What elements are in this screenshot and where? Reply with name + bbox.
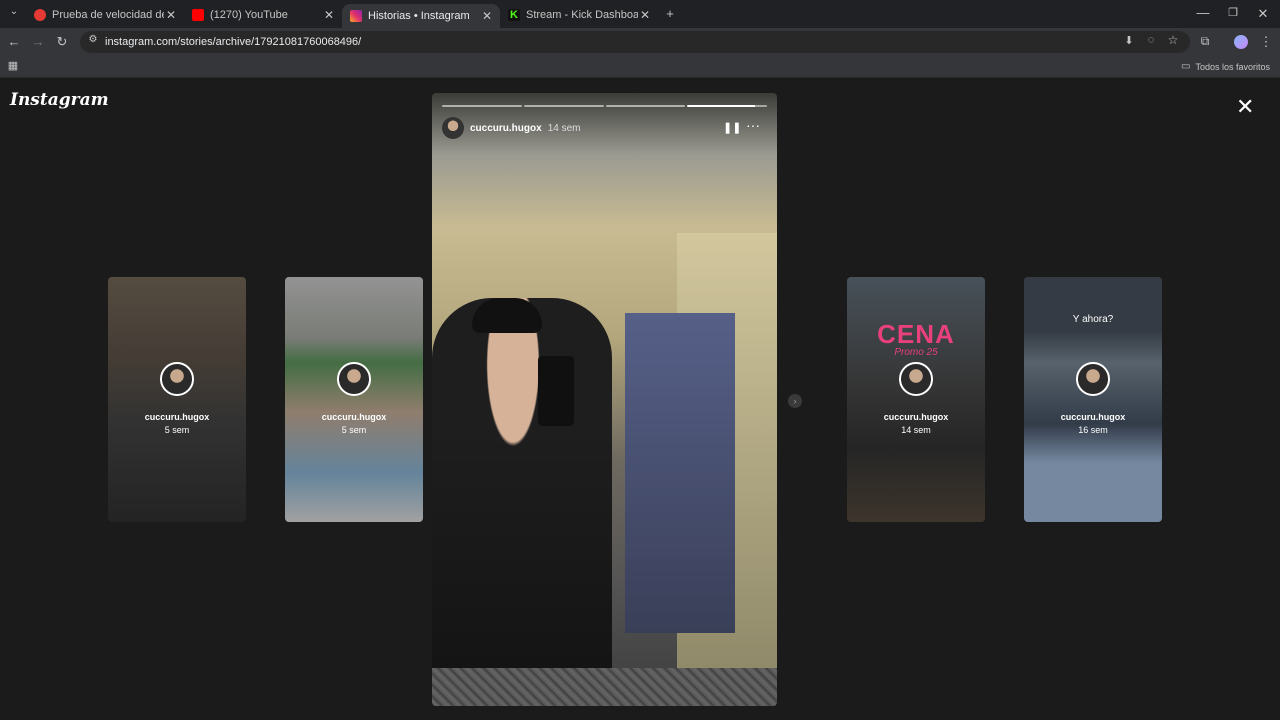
bookmarks-bar: ▦ ▭ Todos los favoritos — [0, 56, 1280, 78]
forward-icon[interactable]: → — [29, 34, 47, 49]
tab-search-icon[interactable]: ⌄ — [5, 6, 23, 17]
pause-icon[interactable]: ❚❚ — [723, 121, 741, 134]
thumbnail-time: 5 sem — [341, 425, 367, 435]
install-app-icon[interactable]: ⬇ — [1120, 34, 1138, 47]
active-story[interactable]: cuccuru.hugox 14 sem ❚❚ ··· — [432, 93, 777, 706]
tab-instagram[interactable]: Historias • Instagram ✕ — [342, 4, 500, 28]
close-tab-icon[interactable]: ✕ — [480, 9, 494, 23]
instagram-logo[interactable]: Instagram — [10, 90, 109, 110]
person-figure — [432, 298, 612, 668]
avatar — [160, 362, 194, 396]
reload-icon[interactable]: ↻ — [53, 34, 71, 50]
address-bar[interactable]: ⚙ instagram.com/stories/archive/17921081… — [80, 31, 1190, 53]
story-username[interactable]: cuccuru.hugox — [470, 123, 542, 134]
thumbnail-overlay-caption: Y ahora? — [1072, 314, 1114, 325]
story-progress — [442, 105, 767, 107]
thumbnail-time: 14 sem — [901, 425, 931, 435]
all-bookmarks-label: Todos los favoritos — [1195, 61, 1270, 72]
more-options-icon[interactable]: ··· — [746, 117, 760, 133]
thumbnail-username: cuccuru.hugox — [1060, 412, 1126, 422]
youtube-favicon-icon — [192, 9, 204, 21]
close-tab-icon[interactable]: ✕ — [638, 8, 652, 22]
instagram-favicon-icon — [350, 10, 362, 22]
site-info-icon[interactable]: ⚙ — [84, 34, 102, 45]
star-icon[interactable]: ☆ — [1164, 33, 1182, 47]
kick-favicon-icon: K — [508, 9, 520, 21]
background-door — [625, 313, 735, 633]
progress-segment — [523, 105, 604, 107]
new-tab-icon[interactable]: + — [661, 6, 679, 21]
menu-dots-icon[interactable]: ⋮ — [1257, 34, 1275, 50]
close-window-icon[interactable]: ✕ — [1254, 6, 1272, 22]
story-thumbnail-prev-1[interactable]: cuccuru.hugox 5 sem — [285, 277, 423, 522]
tab-title: Stream - Kick Dashboard — [526, 9, 638, 21]
progress-segment — [442, 105, 522, 107]
tab-youtube[interactable]: (1270) YouTube ✕ — [184, 4, 342, 26]
restore-icon[interactable]: ❐ — [1224, 6, 1242, 19]
tab-title: Historias • Instagram — [368, 10, 470, 22]
url-text: instagram.com/stories/archive/1792108176… — [105, 36, 362, 48]
story-thumbnail-prev-2[interactable]: cuccuru.hugox 5 sem — [108, 277, 246, 522]
thumbnail-overlay-subtitle: Promo 25 — [894, 347, 938, 358]
marble-counter — [432, 668, 777, 706]
progress-segment — [605, 105, 686, 107]
person-hair — [472, 298, 542, 333]
thumbnail-image — [108, 277, 246, 522]
thumbnail-username: cuccuru.hugox — [883, 412, 949, 422]
all-bookmarks-button[interactable]: ▭ Todos los favoritos — [1181, 61, 1270, 72]
thumbnail-overlay-title: CENA — [877, 319, 955, 349]
phone-in-hand — [538, 356, 574, 426]
story-header: cuccuru.hugox 14 sem — [442, 117, 580, 139]
story-time: 14 sem — [547, 122, 581, 134]
thumbnail-image — [847, 277, 985, 522]
apps-grid-icon[interactable]: ▦ — [4, 59, 22, 72]
tab-title: Prueba de velocidad de Interne — [52, 9, 164, 21]
thumbnail-image — [285, 277, 423, 522]
thumbnail-time: 5 sem — [164, 425, 190, 435]
minimize-icon[interactable]: — — [1194, 5, 1212, 20]
tab-strip: ⌄ Prueba de velocidad de Interne ✕ (1270… — [0, 0, 1280, 28]
thumbnail-username: cuccuru.hugox — [321, 412, 387, 422]
thumbnail-time: 16 sem — [1078, 425, 1108, 435]
avatar — [1076, 362, 1110, 396]
story-viewer: Instagram ✕ cuccuru.hugox 5 sem cuccuru.… — [0, 80, 1280, 720]
speedtest-favicon-icon — [34, 9, 46, 21]
profile-avatar[interactable] — [1234, 35, 1248, 49]
next-story-chevron-icon[interactable]: › — [788, 394, 802, 408]
back-icon[interactable]: ← — [5, 34, 23, 49]
tab-speedtest[interactable]: Prueba de velocidad de Interne ✕ — [26, 4, 184, 26]
close-tab-icon[interactable]: ✕ — [322, 8, 336, 22]
avatar[interactable] — [442, 117, 464, 139]
close-tab-icon[interactable]: ✕ — [164, 8, 178, 22]
avatar — [899, 362, 933, 396]
avatar — [337, 362, 371, 396]
close-viewer-icon[interactable]: ✕ — [1236, 94, 1254, 120]
story-thumbnail-next-1[interactable]: CENA Promo 25 cuccuru.hugox 14 sem — [847, 277, 985, 522]
tab-kick[interactable]: K Stream - Kick Dashboard ✕ — [500, 4, 658, 26]
extensions-icon[interactable]: ⧉ — [1196, 34, 1214, 49]
thumbnail-username: cuccuru.hugox — [144, 412, 210, 422]
folder-icon: ▭ — [1181, 61, 1191, 72]
story-thumbnail-next-2[interactable]: Y ahora? cuccuru.hugox 16 sem — [1024, 277, 1162, 522]
eye-off-icon[interactable]: ◌ — [1142, 34, 1160, 46]
tab-title: (1270) YouTube — [210, 9, 288, 21]
progress-segment-active — [687, 105, 767, 107]
